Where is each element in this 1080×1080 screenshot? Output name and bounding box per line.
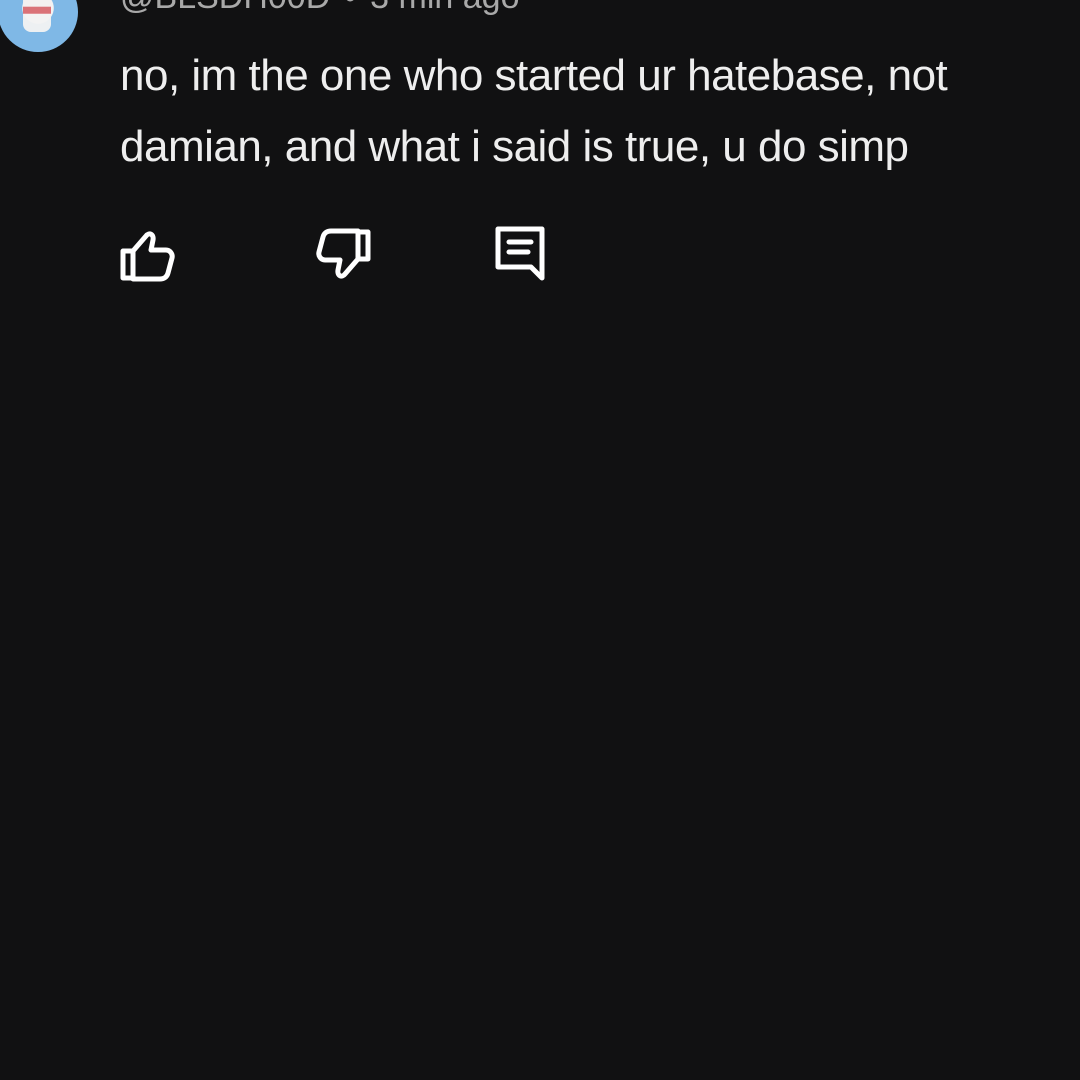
comment-meta: @BLSDH00D • 3 min ago [120, 0, 520, 14]
dislike-button[interactable] [309, 220, 379, 290]
comment-text-line-2: damian, and what i said is true, u do si… [120, 122, 909, 171]
reply-button[interactable] [486, 220, 556, 290]
avatar[interactable] [0, 0, 78, 52]
thumbs-up-icon [120, 231, 175, 282]
comment-text-line-1: no, im the one who started ur hatebase, … [120, 51, 948, 100]
comment-timestamp: 3 min ago [370, 0, 519, 14]
thumbs-down-icon [316, 228, 371, 279]
author-name[interactable]: @BLSDH00D [120, 0, 330, 14]
avatar-figure [23, 0, 51, 32]
reply-comment-icon [495, 226, 545, 281]
comment-text: no, im the one who started ur hatebase, … [120, 40, 1070, 182]
comment-container: @BLSDH00D • 3 min ago no, im the one who… [0, 0, 1080, 1080]
meta-separator: • [344, 0, 356, 14]
like-button[interactable] [112, 220, 182, 290]
